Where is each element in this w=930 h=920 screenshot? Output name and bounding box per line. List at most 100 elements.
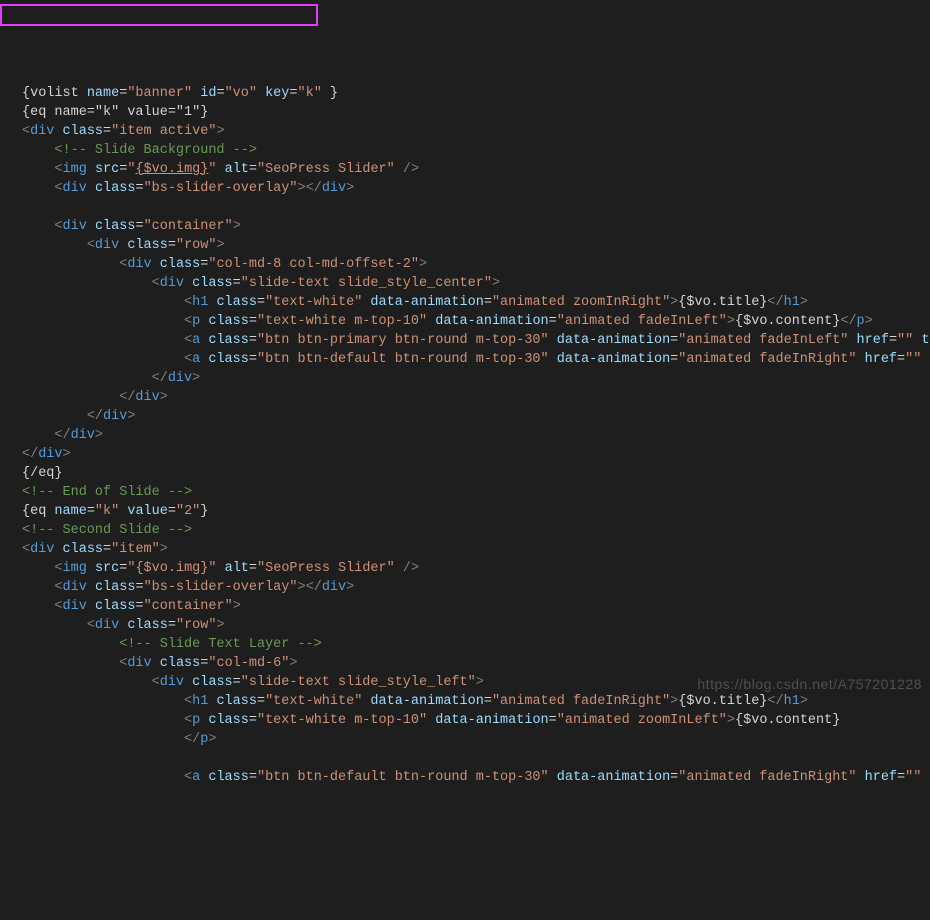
code-token: data-animation xyxy=(557,333,670,348)
code-line[interactable] xyxy=(22,749,930,768)
code-token xyxy=(22,618,87,633)
code-token: {eq name="k" value="1"} xyxy=(22,105,208,120)
code-line[interactable]: <div class="bs-slider-overlay"></div> xyxy=(22,179,930,198)
code-token: = xyxy=(484,694,492,709)
code-token: class xyxy=(95,219,136,234)
code-token: < xyxy=(54,181,62,196)
code-token: < xyxy=(184,314,192,329)
code-line[interactable]: </div> xyxy=(22,407,930,426)
code-token: div xyxy=(127,257,151,272)
code-line[interactable]: </div> xyxy=(22,388,930,407)
code-token: div xyxy=(135,390,159,405)
code-token: ></ xyxy=(298,580,322,595)
code-token: = xyxy=(249,333,257,348)
code-token xyxy=(87,580,95,595)
code-token: ></ xyxy=(298,181,322,196)
code-line[interactable]: <div class="bs-slider-overlay"></div> xyxy=(22,578,930,597)
code-token: name xyxy=(54,504,86,519)
code-line[interactable]: {volist name="banner" id="vo" key="k" } xyxy=(22,84,930,103)
code-token: = xyxy=(135,181,143,196)
code-token xyxy=(22,694,184,709)
code-token: = xyxy=(135,580,143,595)
code-line[interactable]: <!-- Slide Background --> xyxy=(22,141,930,160)
code-token xyxy=(848,333,856,348)
code-line[interactable]: <a class="btn btn-primary btn-round m-to… xyxy=(22,331,930,350)
code-line[interactable]: <div class="container"> xyxy=(22,597,930,616)
code-token: "{$vo.img}" xyxy=(127,561,216,576)
code-line[interactable]: <div class="item"> xyxy=(22,540,930,559)
code-token: "" xyxy=(905,352,921,367)
code-line[interactable]: <!-- Second Slide --> xyxy=(22,521,930,540)
code-line[interactable] xyxy=(22,198,930,217)
code-line[interactable]: </p> xyxy=(22,730,930,749)
code-token: = xyxy=(249,713,257,728)
code-line[interactable]: <a class="btn btn-default btn-round m-to… xyxy=(22,768,930,787)
code-token xyxy=(200,713,208,728)
code-token: data-animation xyxy=(435,713,548,728)
code-token: < xyxy=(184,770,192,785)
code-line[interactable]: <div class="col-md-8 col-md-offset-2"> xyxy=(22,255,930,274)
code-token xyxy=(395,561,403,576)
code-line[interactable]: <h1 class="text-white" data-animation="a… xyxy=(22,293,930,312)
code-token: = xyxy=(257,694,265,709)
code-token: > xyxy=(160,542,168,557)
code-line[interactable]: <p class="text-white m-top-10" data-anim… xyxy=(22,711,930,730)
code-token: = xyxy=(103,542,111,557)
code-line[interactable]: <!-- End of Slide --> xyxy=(22,483,930,502)
code-token: </ xyxy=(840,314,856,329)
code-token: p xyxy=(857,314,865,329)
code-line[interactable]: <!-- Slide Text Layer --> xyxy=(22,635,930,654)
code-token: > xyxy=(346,580,354,595)
code-line[interactable]: <a class="btn btn-default btn-round m-to… xyxy=(22,350,930,369)
code-token: div xyxy=(71,428,95,443)
code-token: < xyxy=(54,580,62,595)
code-token: alt xyxy=(225,162,249,177)
code-token: = xyxy=(549,314,557,329)
code-line[interactable]: <div class="item active"> xyxy=(22,122,930,141)
code-line[interactable]: <p class="text-white m-top-10" data-anim… xyxy=(22,312,930,331)
code-line[interactable]: <h1 class="text-white" data-animation="a… xyxy=(22,692,930,711)
code-token: = xyxy=(484,295,492,310)
code-line[interactable]: {/eq} xyxy=(22,464,930,483)
code-token: < xyxy=(152,675,160,690)
code-token xyxy=(427,713,435,728)
code-token: = xyxy=(135,219,143,234)
code-token: <!-- Slide Background --> xyxy=(54,143,257,158)
code-token xyxy=(22,257,119,272)
code-token xyxy=(152,656,160,671)
code-token xyxy=(184,276,192,291)
code-token: > xyxy=(216,618,224,633)
code-line[interactable]: {eq name="k" value="2"} xyxy=(22,502,930,521)
code-token: > xyxy=(192,371,200,386)
code-line[interactable]: </div> xyxy=(22,445,930,464)
code-line[interactable]: <div class="col-md-6"> xyxy=(22,654,930,673)
code-token: "text-white" xyxy=(265,694,362,709)
code-line[interactable]: </div> xyxy=(22,369,930,388)
code-token: href xyxy=(865,770,897,785)
code-line[interactable]: <div class="row"> xyxy=(22,616,930,635)
code-token: "slide-text slide_style_left" xyxy=(241,675,476,690)
code-line[interactable]: </div> xyxy=(22,426,930,445)
code-token: class xyxy=(192,675,233,690)
code-line[interactable]: <img src="{$vo.img}" alt="SeoPress Slide… xyxy=(22,559,930,578)
code-token xyxy=(22,428,54,443)
code-line[interactable]: <div class="container"> xyxy=(22,217,930,236)
code-token: < xyxy=(184,713,192,728)
code-token: data-animation xyxy=(557,770,670,785)
code-token: div xyxy=(322,580,346,595)
code-token: </ xyxy=(54,428,70,443)
code-token: div xyxy=(322,181,346,196)
code-token: src xyxy=(95,561,119,576)
code-line[interactable]: <div class="slide-text slide_style_cente… xyxy=(22,274,930,293)
code-token: "bs-slider-overlay" xyxy=(144,181,298,196)
code-line[interactable]: <img src="{$vo.img}" alt="SeoPress Slide… xyxy=(22,160,930,179)
code-token: class xyxy=(95,181,136,196)
code-token: = xyxy=(897,352,905,367)
code-token xyxy=(22,580,54,595)
code-line[interactable]: <div class="row"> xyxy=(22,236,930,255)
code-token: > xyxy=(727,713,735,728)
code-token: p xyxy=(200,732,208,747)
code-token: < xyxy=(54,599,62,614)
code-token: "container" xyxy=(144,219,233,234)
code-line[interactable]: {eq name="k" value="1"} xyxy=(22,103,930,122)
